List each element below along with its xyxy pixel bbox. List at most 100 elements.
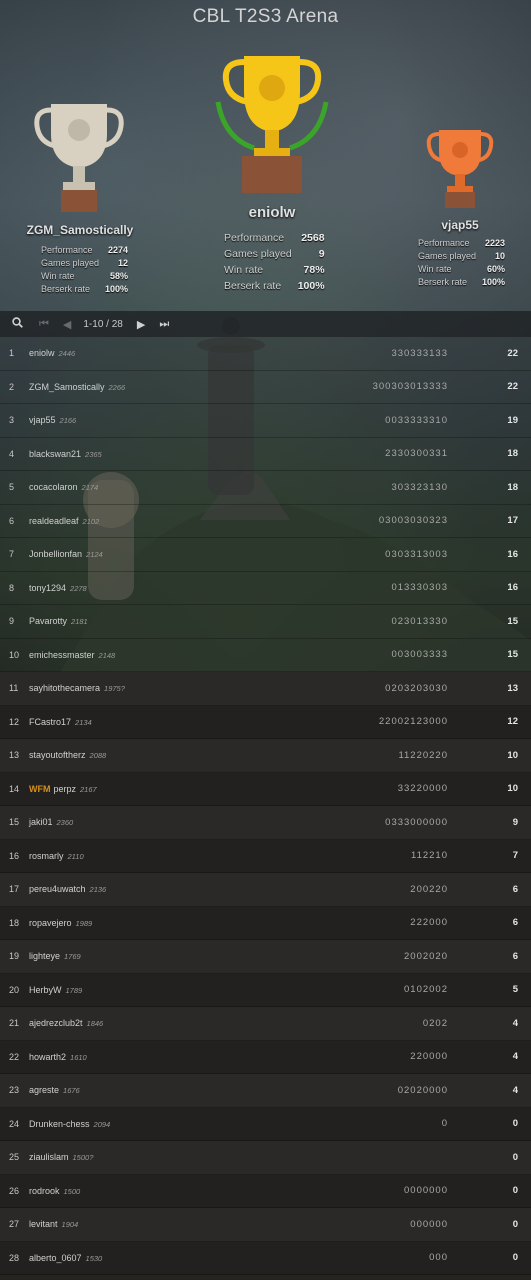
player-name-cell[interactable]: Drunken-chess 2094 <box>29 1119 110 1129</box>
player-name-cell[interactable]: pereu4uwatch 2136 <box>29 884 106 894</box>
player-rating: 2360 <box>56 818 74 828</box>
player-name[interactable]: ropavejero <box>29 918 72 928</box>
player-name[interactable]: perpz <box>54 784 77 794</box>
table-row[interactable]: 2 ZGM_Samostically 2266 300303013333 22 <box>0 370 531 404</box>
player-name[interactable]: Jonbellionfan <box>29 549 82 559</box>
search-icon[interactable] <box>12 317 23 331</box>
podium-2-name[interactable]: ZGM_Samostically <box>0 223 160 237</box>
player-name-cell[interactable]: howarth2 1610 <box>29 1052 87 1062</box>
table-row[interactable]: 17 pereu4uwatch 2136 200220 6 <box>0 873 531 907</box>
player-name[interactable]: blackswan21 <box>29 449 81 459</box>
table-row[interactable]: 1 eniolw 2446 330333133 22 <box>0 337 531 371</box>
player-name[interactable]: lighteye <box>29 951 60 961</box>
table-row[interactable]: 14 WFM perpz 2167 33220000 10 <box>0 772 531 806</box>
player-name-cell[interactable]: alberto_0607 1530 <box>29 1253 102 1263</box>
table-row[interactable]: 26 rodrook 1500 0000000 0 <box>0 1174 531 1208</box>
player-name-cell[interactable]: sayhitothecamera 1975? <box>29 683 125 693</box>
player-name-cell[interactable]: blackswan21 2365 <box>29 449 102 459</box>
player-name-cell[interactable]: Pavarotty 2181 <box>29 616 88 626</box>
table-row[interactable]: 21 ajedrezclub2t 1846 0202 4 <box>0 1007 531 1041</box>
player-name[interactable]: emichessmaster <box>29 650 95 660</box>
player-name-cell[interactable]: FCastro17 2134 <box>29 717 92 727</box>
first-page-icon[interactable]: ⏮ <box>39 318 49 331</box>
player-name[interactable]: ajedrezclub2t <box>29 1018 83 1028</box>
player-name-cell[interactable]: rodrook 1500 <box>29 1186 80 1196</box>
table-row[interactable]: 10 emichessmaster 2148 003003333 15 <box>0 638 531 672</box>
player-name[interactable]: levitant <box>29 1219 58 1229</box>
player-name[interactable]: jaki01 <box>29 817 53 827</box>
player-name[interactable]: howarth2 <box>29 1052 66 1062</box>
table-row[interactable]: 20 HerbyW 1789 0102002 5 <box>0 973 531 1007</box>
player-name[interactable]: vjap55 <box>29 415 56 425</box>
table-row[interactable]: 7 Jonbellionfan 2124 0303313003 16 <box>0 538 531 572</box>
player-name-cell[interactable]: emichessmaster 2148 <box>29 650 115 660</box>
podium-1-name[interactable]: eniolw <box>212 204 332 221</box>
player-name-cell[interactable]: WFM perpz 2167 <box>29 784 97 794</box>
player-name-cell[interactable]: ajedrezclub2t 1846 <box>29 1018 103 1028</box>
prev-page-icon[interactable]: ◀ <box>63 318 71 331</box>
table-row[interactable]: 19 lighteye 1769 2002020 6 <box>0 940 531 974</box>
player-name-cell[interactable]: rosmarly 2110 <box>29 851 84 861</box>
player-name-cell[interactable]: ropavejero 1989 <box>29 918 92 928</box>
player-name-cell[interactable]: eniolw 2446 <box>29 348 75 358</box>
player-name-cell[interactable]: realdeadleaf 2102 <box>29 516 99 526</box>
table-row[interactable]: 5 cocacolaron 2174 303323130 18 <box>0 471 531 505</box>
table-row[interactable]: 15 jaki01 2360 0333000000 9 <box>0 806 531 840</box>
player-name[interactable]: realdeadleaf <box>29 516 79 526</box>
player-name[interactable]: ZGM_Samostically <box>29 382 105 392</box>
table-row[interactable]: 12 FCastro17 2134 22002123000 12 <box>0 705 531 739</box>
player-name-cell[interactable]: lighteye 1769 <box>29 951 81 961</box>
player-name-cell[interactable]: stayoutoftherz 2088 <box>29 750 106 760</box>
player-name[interactable]: cocacolaron <box>29 482 78 492</box>
player-name-cell[interactable]: vjap55 2166 <box>29 415 76 425</box>
table-row[interactable]: 9 Pavarotty 2181 023013330 15 <box>0 605 531 639</box>
player-name[interactable]: stayoutoftherz <box>29 750 86 760</box>
table-row[interactable]: 24 Drunken-chess 2094 0 0 <box>0 1107 531 1141</box>
player-score-sheet: 2002020 <box>404 950 448 962</box>
player-name-cell[interactable]: levitant 1904 <box>29 1219 78 1229</box>
table-row[interactable]: 25 ziaulislam 1500? 0 <box>0 1141 531 1175</box>
table-row[interactable]: 27 levitant 1904 000000 0 <box>0 1208 531 1242</box>
player-name[interactable]: Drunken-chess <box>29 1119 90 1129</box>
player-name[interactable]: ziaulislam <box>29 1152 69 1162</box>
last-page-icon[interactable]: ⏭ <box>159 318 169 331</box>
page-range: 1-10 / 28 <box>83 318 123 330</box>
player-name[interactable]: sayhitothecamera <box>29 683 100 693</box>
player-name-cell[interactable]: ziaulislam 1500? <box>29 1152 93 1162</box>
table-row[interactable]: 13 stayoutoftherz 2088 11220220 10 <box>0 739 531 773</box>
player-name-cell[interactable]: agreste 1676 <box>29 1085 80 1095</box>
player-name[interactable]: alberto_0607 <box>29 1253 82 1263</box>
player-name[interactable]: rosmarly <box>29 851 64 861</box>
player-name[interactable]: rodrook <box>29 1186 60 1196</box>
table-row[interactable]: 16 rosmarly 2110 112210 7 <box>0 839 531 873</box>
player-name-cell[interactable]: HerbyW 1789 <box>29 985 82 995</box>
table-row[interactable]: 23 agreste 1676 02020000 4 <box>0 1074 531 1108</box>
table-row[interactable]: 6 realdeadleaf 2102 03003030323 17 <box>0 504 531 538</box>
player-name[interactable]: FCastro17 <box>29 717 71 727</box>
table-row[interactable]: 3 vjap55 2166 0033333310 19 <box>0 404 531 438</box>
player-name[interactable]: pereu4uwatch <box>29 884 86 894</box>
player-name-cell[interactable]: ZGM_Samostically 2266 <box>29 382 125 392</box>
player-total-score: 18 <box>507 481 518 493</box>
table-row[interactable]: 28 alberto_0607 1530 000 0 <box>0 1241 531 1275</box>
table-row[interactable]: 18 ropavejero 1989 222000 6 <box>0 906 531 940</box>
player-name-cell[interactable]: cocacolaron 2174 <box>29 482 98 492</box>
page-title: CBL T2S3 Arena <box>192 6 339 27</box>
player-name[interactable]: eniolw <box>29 348 55 358</box>
player-name[interactable]: agreste <box>29 1085 59 1095</box>
player-name[interactable]: Pavarotty <box>29 616 67 626</box>
player-name[interactable]: tony1294 <box>29 583 66 593</box>
player-score-sheet: 0033333310 <box>385 414 448 426</box>
next-page-icon[interactable]: ▶ <box>137 318 145 331</box>
player-rating: 1500 <box>63 1186 81 1196</box>
table-row[interactable]: 11 sayhitothecamera 1975? 0203203030 13 <box>0 672 531 706</box>
table-row[interactable]: 4 blackswan21 2365 2330300331 18 <box>0 437 531 471</box>
player-name-cell[interactable]: jaki01 2360 <box>29 817 73 827</box>
player-name-cell[interactable]: tony1294 2278 <box>29 583 87 593</box>
podium-3-name[interactable]: vjap55 <box>410 218 510 232</box>
table-row[interactable]: 22 howarth2 1610 220000 4 <box>0 1040 531 1074</box>
player-score-sheet: 003003333 <box>391 649 448 661</box>
table-row[interactable]: 8 tony1294 2278 013330303 16 <box>0 571 531 605</box>
player-name[interactable]: HerbyW <box>29 985 62 995</box>
player-name-cell[interactable]: Jonbellionfan 2124 <box>29 549 103 559</box>
